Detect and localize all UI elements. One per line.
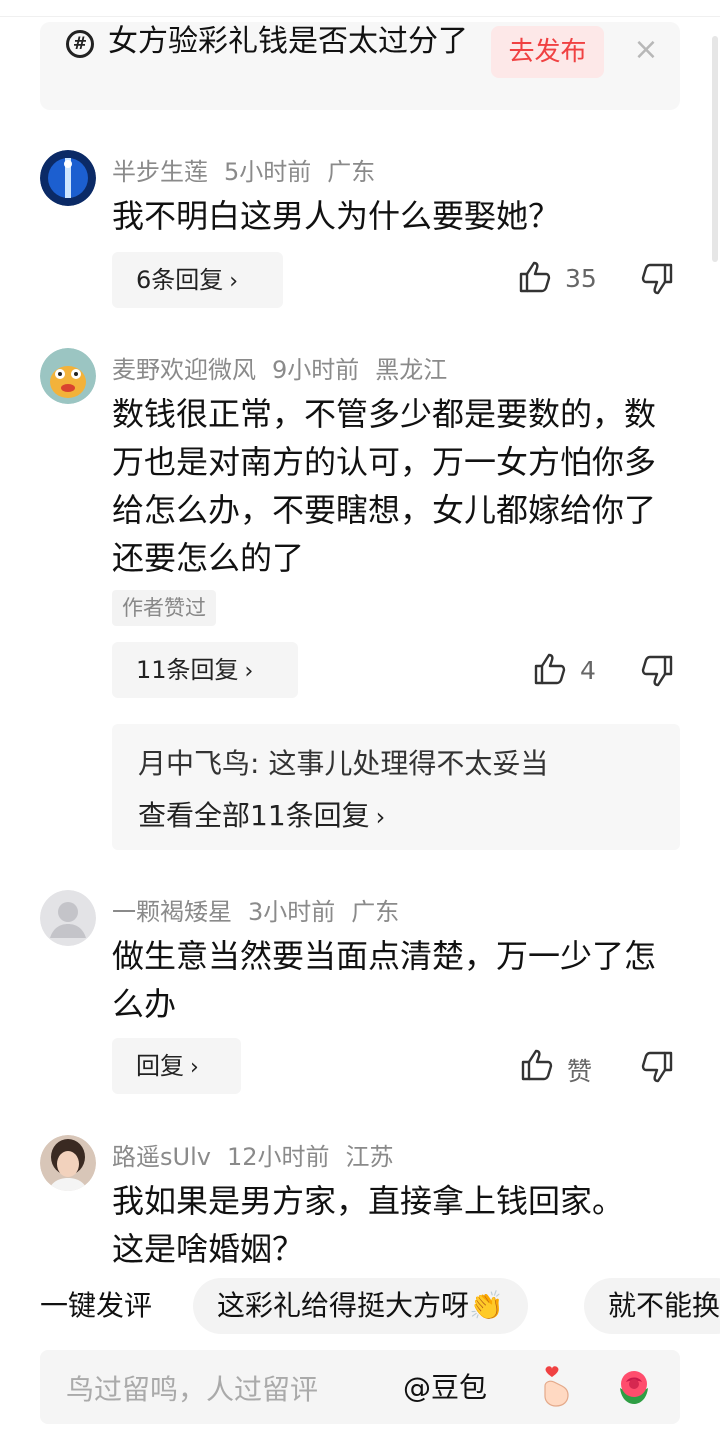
reply-button[interactable]: 回复 ›: [112, 1038, 241, 1094]
timestamp: 9小时前: [272, 356, 360, 384]
reply-label: 11条回复: [136, 656, 239, 684]
input-placeholder: 鸟过留鸣，人过留评: [66, 1373, 319, 1406]
thumbs-down-icon[interactable]: [640, 262, 674, 296]
quick-comment-bar: 一键发评 这彩礼给得挺大方呀👏 就不能换: [0, 1276, 720, 1338]
like-count: 赞: [567, 1057, 593, 1086]
rose-icon[interactable]: [612, 1364, 656, 1408]
like-count: 35: [565, 264, 597, 293]
location: 黑龙江: [375, 356, 448, 384]
username[interactable]: 半步生莲: [112, 158, 208, 186]
comment-meta: 麦野欢迎微风 9小时前 黑龙江: [112, 350, 463, 385]
timestamp: 3小时前: [248, 898, 336, 926]
reply-label: 6条回复: [136, 266, 224, 294]
username[interactable]: 一颗褐矮星: [112, 898, 232, 926]
mention-doubao-button[interactable]: @豆包: [403, 1366, 487, 1406]
author-liked-badge: 作者赞过: [112, 590, 216, 626]
reply-button[interactable]: 6条回复 ›: [112, 252, 283, 308]
topic-card[interactable]: # 女方验彩礼钱是否太过分了 去发布 ×: [40, 22, 680, 110]
thumbs-down-icon[interactable]: [640, 654, 674, 688]
reply-button[interactable]: 11条回复 ›: [112, 642, 298, 698]
timestamp: 5小时前: [224, 158, 312, 186]
cartoon-monster-avatar[interactable]: [40, 348, 96, 404]
comment-text[interactable]: 我如果是男方家，直接拿上钱回家。这是啥婚姻？: [112, 1177, 632, 1273]
chevron-right-icon: ›: [229, 269, 239, 294]
close-icon[interactable]: ×: [630, 30, 662, 70]
sub-reply-colon: :: [250, 747, 269, 780]
topic-title[interactable]: 女方验彩礼钱是否太过分了: [66, 22, 486, 62]
scrollbar[interactable]: [712, 36, 718, 262]
like-count: 4: [580, 656, 596, 685]
comment-input[interactable]: 鸟过留鸣，人过留评 @豆包: [40, 1350, 680, 1424]
chevron-right-icon: ›: [190, 1055, 199, 1080]
quick-comment-label: 一键发评: [40, 1289, 153, 1322]
sub-reply-user[interactable]: 月中飞鸟: [138, 747, 250, 780]
view-all-label: 查看全部11条回复: [138, 799, 370, 832]
location: 广东: [327, 158, 376, 186]
quick-comment-chip[interactable]: 就不能换: [584, 1278, 720, 1334]
thumbs-up-icon[interactable]: [518, 260, 552, 294]
view-all-replies-link[interactable]: 查看全部11条回复 ›: [138, 794, 385, 834]
username[interactable]: 麦野欢迎微风: [112, 356, 256, 384]
timestamp: 12小时前: [226, 1143, 330, 1171]
thumbs-up-icon[interactable]: [520, 1048, 554, 1082]
reply-label: 回复: [136, 1052, 184, 1080]
top-divider: [0, 0, 720, 17]
comment-text[interactable]: 我不明白这男人为什么要娶她？: [112, 192, 672, 240]
sub-reply-preview[interactable]: 月中飞鸟: 这事儿处理得不太妥当 查看全部11条回复 ›: [112, 724, 680, 850]
comment-meta: 半步生莲 5小时前 广东: [112, 152, 391, 187]
default-user-avatar[interactable]: [40, 890, 96, 946]
thumbs-up-icon[interactable]: [533, 652, 567, 686]
username[interactable]: 路遥sUlv: [112, 1143, 211, 1171]
comment-meta: 一颗褐矮星 3小时前 广东: [112, 892, 415, 927]
sub-reply-line: 月中飞鸟: 这事儿处理得不太妥当: [138, 742, 548, 782]
comment-text[interactable]: 数钱很正常，不管多少都是要数的，数万也是对南方的认可，万一女方怕你多给怎么办，不…: [112, 390, 657, 582]
chevron-right-icon: ›: [375, 803, 386, 831]
comment-meta: 路遥sUlv 12小时前 江苏: [112, 1137, 410, 1172]
chevron-right-icon: ›: [244, 659, 254, 684]
comment-text[interactable]: 做生意当然要当面点清楚，万一少了怎么办: [112, 932, 657, 1028]
thumbs-down-icon[interactable]: [640, 1050, 674, 1084]
woman-photo-avatar[interactable]: [40, 1135, 96, 1191]
location: 江苏: [345, 1143, 394, 1171]
comment-item: 路遥sUlv 12小时前 江苏 我如果是男方家，直接拿上钱回家。这是啥婚姻？: [0, 1135, 720, 1276]
finger-heart-icon[interactable]: [536, 1364, 576, 1408]
location: 广东: [351, 898, 400, 926]
quick-comment-chip[interactable]: 这彩礼给得挺大方呀👏: [193, 1278, 528, 1334]
blue-figure-avatar[interactable]: [40, 150, 96, 206]
publish-button[interactable]: 去发布: [491, 26, 604, 78]
sub-reply-text: 这事儿处理得不太妥当: [268, 747, 549, 780]
